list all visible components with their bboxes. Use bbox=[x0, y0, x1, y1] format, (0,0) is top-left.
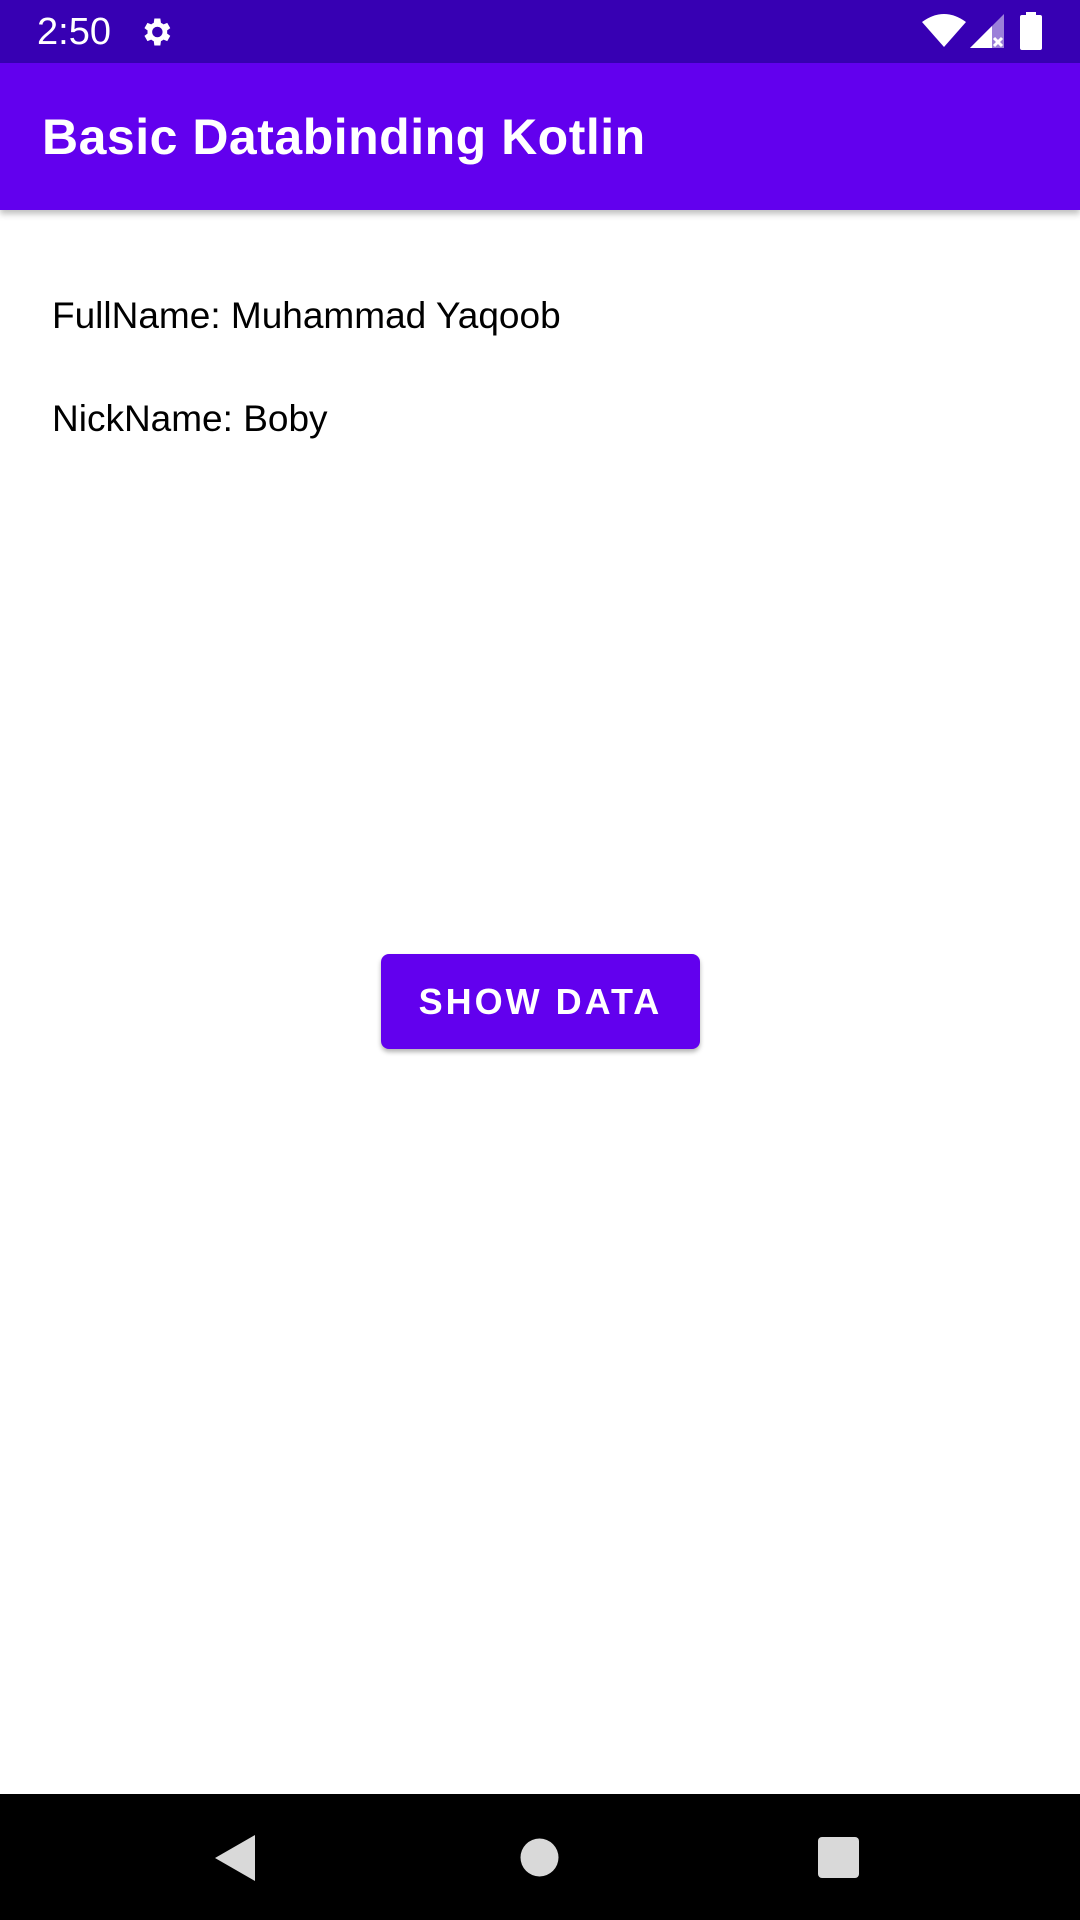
nick-name-text: NickName: Boby bbox=[52, 398, 328, 439]
wifi-icon bbox=[922, 14, 966, 47]
app-title: Basic Databinding Kotlin bbox=[42, 109, 646, 165]
app-bar: Basic Databinding Kotlin bbox=[0, 63, 1080, 210]
status-bar: 2:50 bbox=[0, 0, 1080, 63]
home-icon[interactable] bbox=[520, 1838, 559, 1877]
navigation-bar bbox=[0, 1794, 1080, 1920]
status-time: 2:50 bbox=[37, 11, 111, 53]
settings-gear-icon bbox=[144, 18, 171, 46]
recents-icon[interactable] bbox=[818, 1837, 859, 1878]
back-icon[interactable] bbox=[215, 1835, 259, 1881]
full-name-text: FullName: Muhammad Yaqoob bbox=[52, 295, 561, 336]
cell-signal-icon bbox=[970, 14, 1004, 48]
battery-icon bbox=[1020, 12, 1042, 50]
show-data-button[interactable]: SHOW DATA bbox=[381, 954, 700, 1049]
